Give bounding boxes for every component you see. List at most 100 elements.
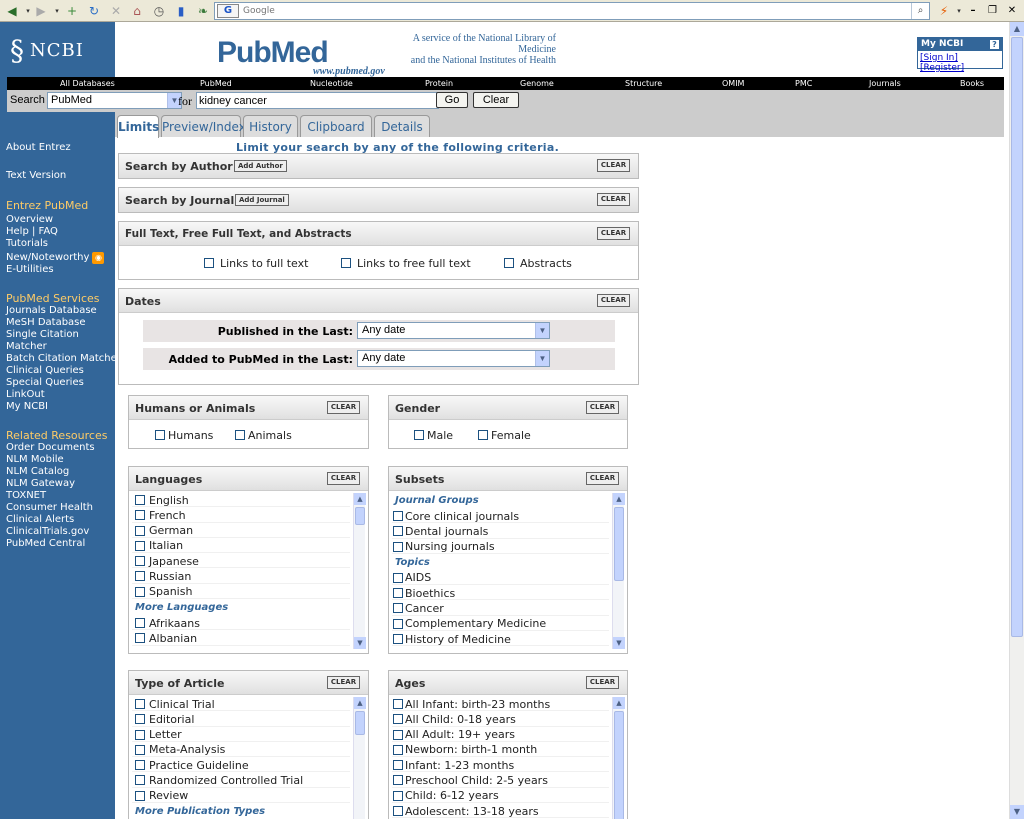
list-item[interactable]: Core clinical journals — [392, 508, 609, 524]
option-male[interactable]: Male — [414, 428, 453, 442]
close-icon[interactable]: ✕ — [1004, 3, 1020, 19]
clear-journal-button[interactable]: CLEAR — [597, 193, 630, 206]
scroll-down-icon[interactable]: ▼ — [1010, 805, 1024, 819]
tab-history[interactable]: History — [243, 115, 298, 137]
scroll-thumb[interactable] — [355, 507, 365, 525]
checkbox[interactable] — [135, 714, 145, 725]
chevron-down-icon[interactable]: ▼ — [535, 323, 549, 338]
bookmarks-icon[interactable]: ▮ — [173, 3, 189, 19]
ages-scrollbar[interactable]: ▲ — [612, 697, 625, 819]
sidebar-link-my-ncbi[interactable]: My NCBI — [6, 401, 48, 413]
sidebar-link-clinicaltrials-gov[interactable]: ClinicalTrials.gov — [6, 526, 89, 538]
address-input[interactable] — [243, 4, 913, 18]
published-date-select[interactable]: Any date ▼ — [357, 322, 550, 339]
clear-ages-button[interactable]: CLEAR — [586, 676, 619, 689]
db-link-journals[interactable]: Journals — [869, 77, 901, 90]
scroll-thumb[interactable] — [1011, 37, 1023, 637]
checkbox[interactable] — [135, 699, 145, 709]
search-input[interactable] — [196, 92, 439, 109]
list-item[interactable]: Albanian — [132, 630, 350, 646]
minimize-icon[interactable]: – — [965, 3, 981, 19]
db-link-genome[interactable]: Genome — [520, 77, 554, 90]
db-link-omim[interactable]: OMIM — [722, 77, 744, 90]
sidebar-link-help-faq[interactable]: Help | FAQ — [6, 226, 58, 238]
list-item[interactable]: French — [132, 507, 350, 523]
list-item[interactable]: History of Medicine — [392, 631, 609, 647]
option-female[interactable]: Female — [478, 428, 531, 442]
tab-preview-index[interactable]: Preview/Index — [161, 115, 246, 137]
checkbox[interactable] — [135, 790, 145, 801]
checkbox[interactable] — [393, 744, 403, 755]
checkbox[interactable] — [393, 729, 403, 740]
sidebar-link-nlm-mobile[interactable]: NLM Mobile — [6, 454, 64, 466]
go-button[interactable]: Go — [436, 92, 468, 108]
list-item[interactable]: All Infant: birth-23 months — [392, 696, 609, 712]
scroll-thumb[interactable] — [614, 711, 624, 819]
checkbox[interactable] — [393, 775, 403, 786]
checkbox[interactable] — [393, 790, 403, 801]
option-abstracts[interactable]: Abstracts — [504, 256, 572, 270]
register-link[interactable]: [Register] — [920, 63, 964, 73]
add-journal-button[interactable]: Add Journal — [235, 194, 289, 206]
languages-scrollbar[interactable]: ▲ ▼ — [353, 493, 366, 649]
rss-icon[interactable]: ◉ — [92, 252, 105, 264]
sidebar-link-special-queries[interactable]: Special Queries — [6, 377, 84, 389]
checkbox[interactable] — [341, 258, 351, 268]
sidebar-link-about-entrez[interactable]: About Entrez — [6, 142, 71, 154]
scroll-up-icon[interactable]: ▲ — [354, 697, 366, 709]
checkbox[interactable] — [204, 258, 214, 268]
sidebar-link-new-noteworthy[interactable]: New/Noteworthy ◉ — [6, 252, 105, 264]
leaf-icon[interactable]: ❧ — [195, 3, 211, 19]
tab-limits[interactable]: Limits — [117, 115, 159, 138]
scroll-thumb[interactable] — [355, 711, 365, 735]
checkbox[interactable] — [135, 540, 145, 551]
subsets-scrollbar[interactable]: ▲ ▼ — [612, 493, 625, 649]
list-item[interactable]: Editorial — [132, 711, 350, 727]
sidebar-link-journals-database[interactable]: Journals Database — [6, 305, 97, 317]
sidebar-link-pubmed-central[interactable]: PubMed Central — [6, 538, 85, 550]
clear-subsets-button[interactable]: CLEAR — [586, 472, 619, 485]
clear-button[interactable]: Clear — [473, 92, 519, 108]
feed-lightning-icon[interactable]: ⚡ — [936, 3, 952, 19]
list-item[interactable]: Randomized Controlled Trial — [132, 772, 350, 788]
option-animals[interactable]: Animals — [235, 428, 292, 442]
option-humans[interactable]: Humans — [155, 428, 213, 442]
list-item[interactable]: German — [132, 523, 350, 538]
checkbox[interactable] — [393, 526, 403, 537]
scroll-up-icon[interactable]: ▲ — [354, 493, 366, 505]
scroll-up-icon[interactable]: ▲ — [613, 493, 625, 505]
checkbox[interactable] — [393, 603, 403, 614]
sidebar-link-text-version[interactable]: Text Version — [6, 170, 66, 182]
checkbox[interactable] — [135, 525, 145, 536]
list-item[interactable]: Meta-Analysis — [132, 742, 350, 758]
checkbox[interactable] — [135, 633, 145, 644]
db-link-structure[interactable]: Structure — [625, 77, 662, 90]
checkbox[interactable] — [135, 571, 145, 582]
checkbox[interactable] — [393, 511, 403, 521]
sign-in-link[interactable]: [Sign In] — [920, 53, 958, 63]
list-item[interactable]: Complementary Medicine — [392, 616, 609, 632]
list-item[interactable]: Bioethics — [392, 585, 609, 601]
sidebar-link-linkout[interactable]: LinkOut — [6, 389, 45, 401]
scroll-down-icon[interactable]: ▼ — [354, 637, 366, 649]
sidebar-link-toxnet[interactable]: TOXNET — [6, 490, 46, 502]
tab-clipboard[interactable]: Clipboard — [300, 115, 372, 137]
added-date-select[interactable]: Any date ▼ — [357, 350, 550, 367]
db-link-all-databases[interactable]: All Databases — [60, 77, 115, 90]
clear-article-type-button[interactable]: CLEAR — [327, 676, 360, 689]
checkbox[interactable] — [504, 258, 514, 268]
checkbox[interactable] — [393, 618, 403, 629]
list-item[interactable]: Letter — [132, 727, 350, 742]
ncbi-logo[interactable]: § NCBI — [10, 34, 84, 76]
checkbox[interactable] — [393, 572, 403, 583]
checkbox[interactable] — [135, 744, 145, 755]
checkbox[interactable] — [155, 430, 165, 440]
sidebar-link-overview[interactable]: Overview — [6, 214, 53, 226]
list-item[interactable]: Preschool Child: 2-5 years — [392, 772, 609, 788]
clear-dates-button[interactable]: CLEAR — [597, 294, 630, 307]
list-item[interactable]: Nursing journals — [392, 539, 609, 554]
list-item[interactable]: Infant: 1-23 months — [392, 757, 609, 773]
tab-details[interactable]: Details — [374, 115, 430, 137]
list-item[interactable]: All Child: 0-18 years — [392, 711, 609, 727]
option-links-full-text[interactable]: Links to full text — [204, 256, 308, 270]
